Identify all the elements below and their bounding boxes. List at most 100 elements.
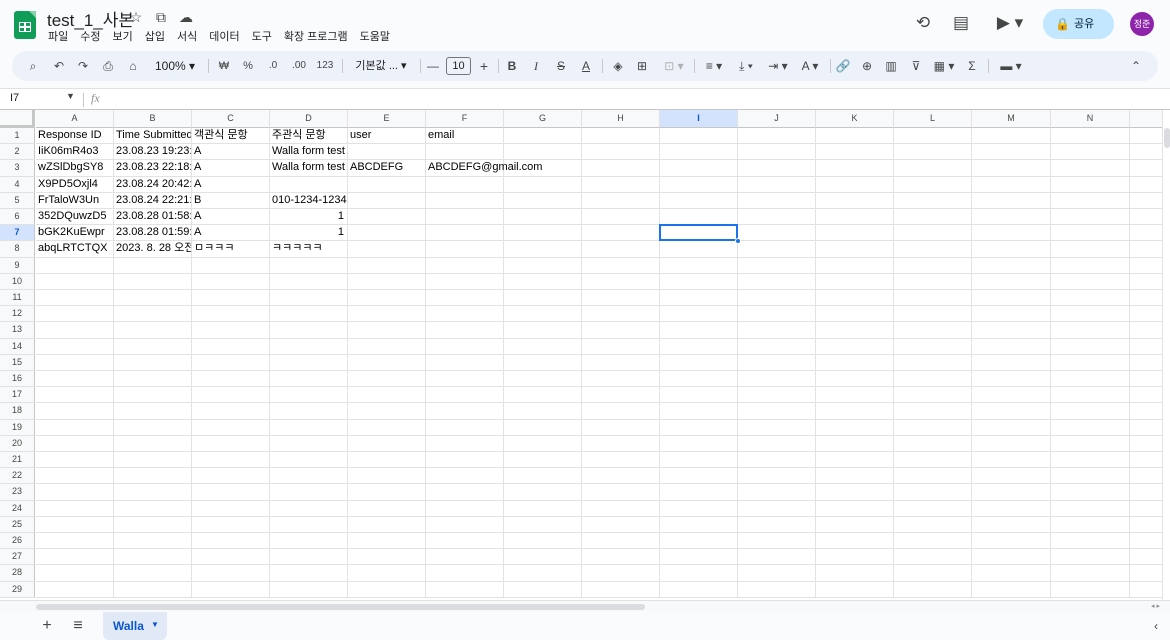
table-cell[interactable] <box>270 371 348 388</box>
text-rotation-icon[interactable]: A ▾ <box>796 51 824 81</box>
table-cell[interactable] <box>972 565 1051 582</box>
table-cell[interactable] <box>738 403 816 420</box>
table-cell[interactable] <box>348 354 426 371</box>
table-cell[interactable] <box>738 290 816 307</box>
table-cell[interactable] <box>36 533 114 550</box>
table-cell[interactable] <box>504 225 582 242</box>
table-cell[interactable] <box>582 176 660 193</box>
table-cell[interactable] <box>972 338 1051 355</box>
table-cell[interactable] <box>660 209 738 226</box>
table-cell[interactable]: 010-1234-1234 <box>270 192 348 209</box>
table-cell[interactable] <box>504 565 582 582</box>
row-header[interactable]: 21 <box>0 452 35 469</box>
table-cell[interactable] <box>894 338 972 355</box>
row-header[interactable]: 3 <box>0 160 35 177</box>
table-cell[interactable] <box>816 160 894 177</box>
table-cell[interactable]: ㅁㅋㅋㅋ <box>192 241 270 258</box>
table-cell[interactable] <box>660 533 738 550</box>
table-cell[interactable] <box>270 419 348 436</box>
table-cell[interactable] <box>36 452 114 469</box>
table-cell[interactable] <box>36 354 114 371</box>
table-cell[interactable] <box>816 176 894 193</box>
table-cell[interactable] <box>660 435 738 452</box>
column-header[interactable]: F <box>426 110 504 128</box>
borders-icon[interactable]: ⊞ <box>634 51 650 81</box>
italic-button[interactable]: I <box>528 51 544 81</box>
search-menus-icon[interactable]: ⌕ <box>24 51 42 81</box>
table-cell[interactable] <box>504 581 582 598</box>
table-cell[interactable] <box>1130 501 1162 517</box>
row-header[interactable]: 18 <box>0 403 35 420</box>
table-cell[interactable] <box>348 468 426 485</box>
table-cell[interactable] <box>36 549 114 566</box>
filter-views-icon[interactable]: ▦ ▾ <box>930 51 958 81</box>
table-cell[interactable] <box>426 419 504 436</box>
table-cell[interactable] <box>972 273 1051 290</box>
table-cell[interactable] <box>348 225 426 242</box>
table-cell[interactable] <box>660 322 738 339</box>
table-cell[interactable] <box>270 468 348 485</box>
table-cell[interactable] <box>114 468 192 485</box>
table-cell[interactable] <box>816 452 894 469</box>
table-cell[interactable] <box>504 322 582 339</box>
table-cell[interactable] <box>894 484 972 501</box>
table-cell[interactable] <box>582 241 660 258</box>
table-cell[interactable] <box>348 241 426 258</box>
table-cell[interactable] <box>348 306 426 323</box>
table-cell[interactable] <box>1051 419 1130 436</box>
horizontal-scroll-thumb[interactable] <box>36 604 645 610</box>
table-cell[interactable] <box>1130 144 1162 161</box>
table-cell[interactable] <box>972 160 1051 177</box>
table-cell[interactable] <box>894 209 972 226</box>
table-cell[interactable] <box>738 144 816 161</box>
column-header[interactable]: A <box>36 110 114 128</box>
table-cell[interactable] <box>738 257 816 274</box>
row-header[interactable]: 16 <box>0 371 35 388</box>
table-cell[interactable] <box>426 144 504 161</box>
table-cell[interactable] <box>348 209 426 226</box>
table-cell[interactable]: A <box>192 144 270 161</box>
table-cell[interactable] <box>738 338 816 355</box>
insert-link-icon[interactable]: 🔗 <box>834 51 852 81</box>
table-cell[interactable] <box>894 371 972 388</box>
table-cell[interactable] <box>426 387 504 404</box>
table-cell[interactable]: 23.08.28 01:59:1 <box>114 225 192 242</box>
row-header[interactable]: 6 <box>0 209 35 226</box>
sheets-logo-icon[interactable] <box>14 11 36 39</box>
table-cell[interactable] <box>660 192 738 209</box>
table-cell[interactable]: 주관식 문항 <box>270 128 348 145</box>
table-cell[interactable] <box>894 435 972 452</box>
table-cell[interactable] <box>972 581 1051 598</box>
table-cell[interactable]: Time Submitted <box>114 128 192 145</box>
table-cell[interactable]: ABCDEFG <box>348 160 426 177</box>
cloud-saved-icon[interactable]: ☁ <box>178 9 194 25</box>
table-cell[interactable] <box>504 257 582 274</box>
table-cell[interactable] <box>816 225 894 242</box>
table-cell[interactable] <box>582 209 660 226</box>
table-cell[interactable] <box>894 387 972 404</box>
table-cell[interactable] <box>192 565 270 582</box>
table-cell[interactable] <box>426 225 504 242</box>
menu-item[interactable]: 삽입 <box>145 28 165 44</box>
table-cell[interactable] <box>894 128 972 145</box>
table-cell[interactable] <box>114 290 192 307</box>
table-cell[interactable] <box>816 468 894 485</box>
table-cell[interactable] <box>270 565 348 582</box>
table-cell[interactable] <box>348 192 426 209</box>
row-header[interactable]: 10 <box>0 273 35 290</box>
table-cell[interactable] <box>816 484 894 501</box>
table-cell[interactable] <box>270 549 348 566</box>
table-cell[interactable] <box>894 533 972 550</box>
table-cell[interactable] <box>894 322 972 339</box>
table-cell[interactable]: B <box>192 192 270 209</box>
table-cell[interactable] <box>1051 241 1130 258</box>
table-cell[interactable] <box>1130 225 1162 242</box>
table-cell[interactable] <box>1130 258 1162 274</box>
table-cell[interactable] <box>1051 306 1130 323</box>
table-cell[interactable] <box>1051 484 1130 501</box>
table-cell[interactable] <box>504 354 582 371</box>
table-cell[interactable] <box>738 225 816 242</box>
table-cell[interactable] <box>504 338 582 355</box>
table-cell[interactable] <box>738 387 816 404</box>
table-cell[interactable] <box>114 273 192 290</box>
